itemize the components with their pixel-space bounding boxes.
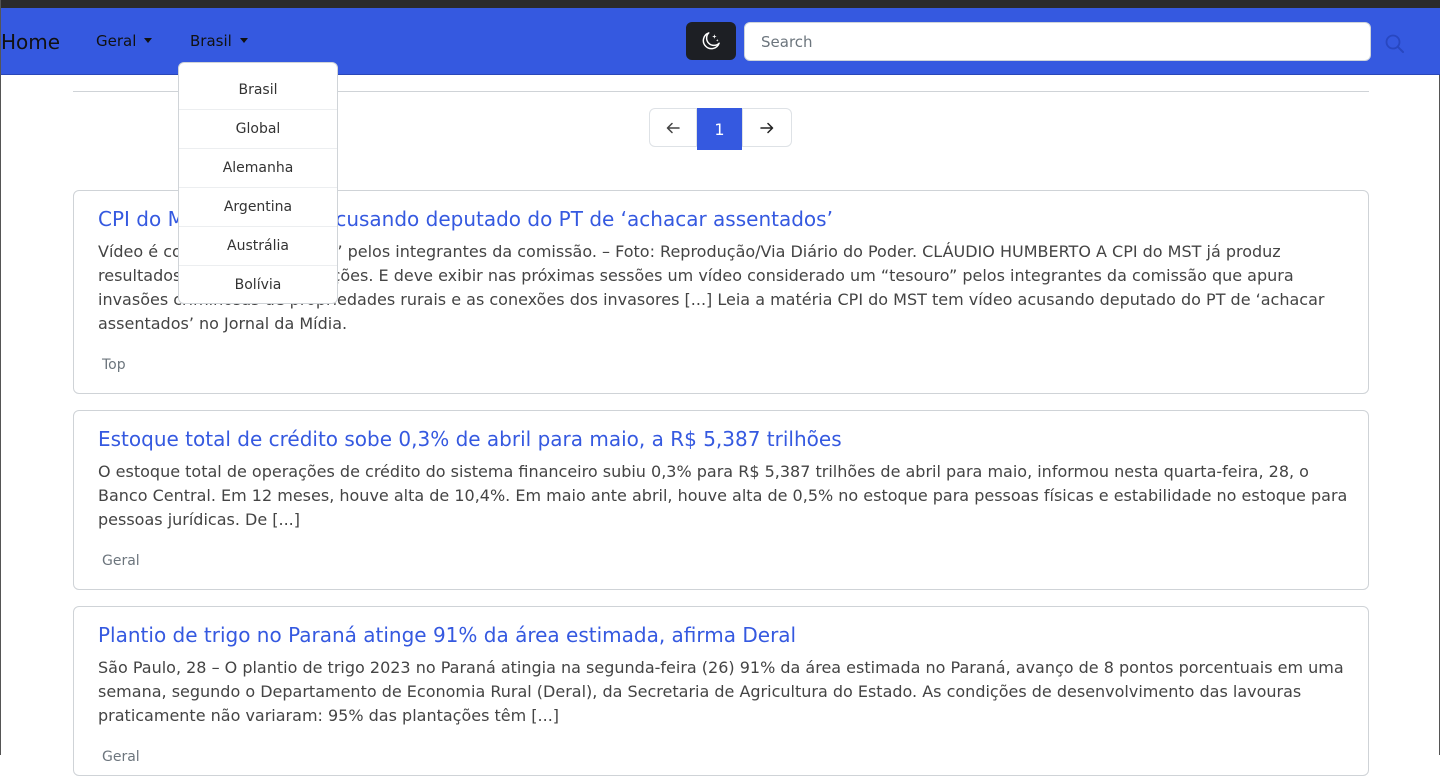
theme-toggle-button[interactable] xyxy=(686,22,736,60)
search-icon xyxy=(1385,34,1404,53)
previous-page-button[interactable] xyxy=(649,108,697,147)
dropdown-item-alemanha[interactable]: Alemanha xyxy=(179,149,337,188)
article-card: Estoque total de crédito sobe 0,3% de ab… xyxy=(73,410,1369,590)
window-top-strip xyxy=(1,0,1440,8)
dropdown-item-global[interactable]: Global xyxy=(179,110,337,149)
home-link[interactable]: Home xyxy=(1,30,60,54)
article-category-link[interactable]: Geral xyxy=(102,748,140,766)
arrow-left-icon xyxy=(666,122,680,133)
page-1-button[interactable]: 1 xyxy=(697,108,742,150)
brasil-dropdown-menu: Brasil Global Alemanha Argentina Austrál… xyxy=(178,62,338,304)
dropdown-item-brasil[interactable]: Brasil xyxy=(179,71,337,110)
article-title-link[interactable]: Plantio de trigo no Paraná atinge 91% da… xyxy=(98,623,796,647)
article-card: Plantio de trigo no Paraná atinge 91% da… xyxy=(73,606,1369,776)
caret-down-icon xyxy=(144,38,153,43)
caret-down-icon xyxy=(239,38,248,43)
next-page-button[interactable] xyxy=(742,108,792,147)
dropdown-item-bolivia[interactable]: Bolívia xyxy=(179,266,337,303)
article-summary: São Paulo, 28 – O plantio de trigo 2023 … xyxy=(98,658,1344,725)
search-input[interactable] xyxy=(744,22,1371,61)
dropdown-item-argentina[interactable]: Argentina xyxy=(179,188,337,227)
pagination: 1 xyxy=(649,108,792,150)
moon-stars-icon xyxy=(702,32,720,50)
article-title-link[interactable]: Estoque total de crédito sobe 0,3% de ab… xyxy=(98,427,842,451)
nav-dropdown-brasil[interactable]: Brasil xyxy=(190,32,248,50)
nav-dropdown-geral[interactable]: Geral xyxy=(96,32,153,50)
article-category-link[interactable]: Top xyxy=(102,356,126,374)
dropdown-item-australia[interactable]: Austrália xyxy=(179,227,337,266)
nav-dropdown-brasil-label: Brasil xyxy=(190,32,232,50)
arrow-right-icon xyxy=(760,122,774,133)
article-summary: O estoque total de operações de crédito … xyxy=(98,462,1348,529)
article-category-link[interactable]: Geral xyxy=(102,552,140,570)
search-button[interactable] xyxy=(1384,33,1406,55)
nav-dropdown-geral-label: Geral xyxy=(96,32,137,50)
